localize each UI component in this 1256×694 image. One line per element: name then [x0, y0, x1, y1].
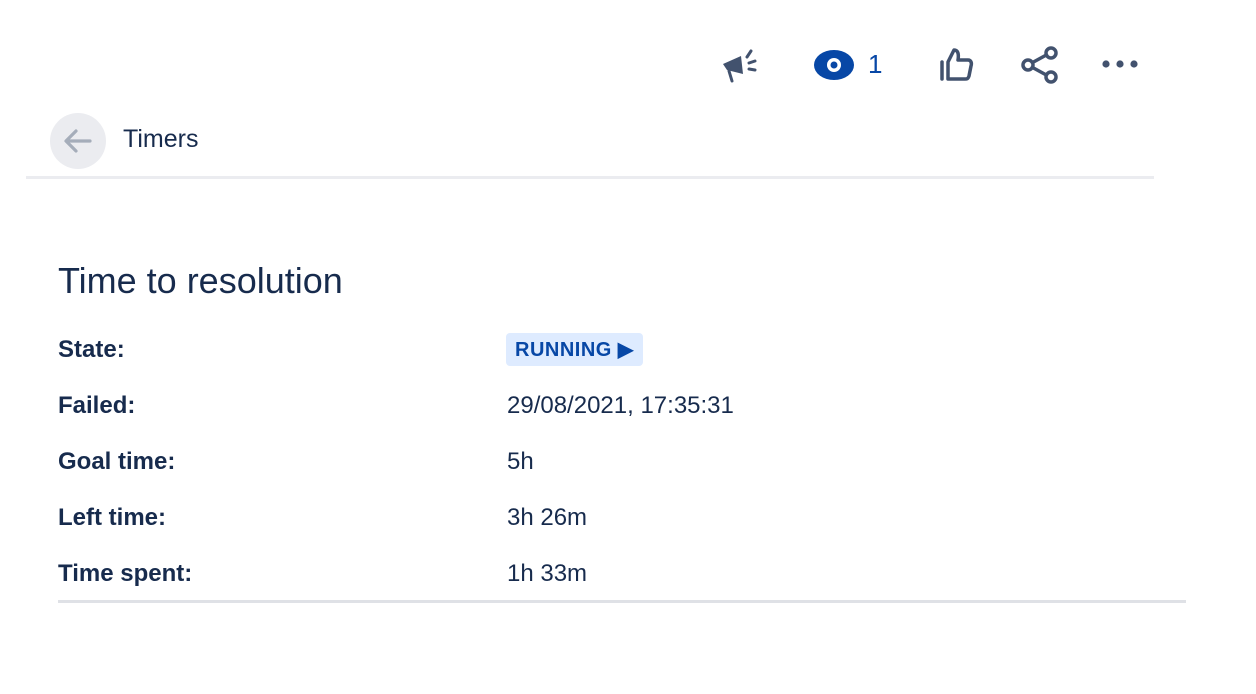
row-time-spent: Time spent: 1h 33m [58, 560, 1058, 600]
row-label: Time spent: [58, 560, 193, 587]
arrow-left-icon [64, 129, 92, 153]
row-left-time: Left time: 3h 26m [58, 504, 1058, 544]
more-icon[interactable] [1100, 54, 1140, 74]
watchers-count[interactable]: 1 [868, 49, 882, 80]
status-badge: RUNNING ▶ [506, 333, 643, 366]
section-title: Time to resolution [58, 260, 343, 301]
thumbs-up-icon[interactable] [936, 46, 976, 84]
row-label: Left time: [58, 504, 166, 531]
divider [26, 176, 1154, 179]
row-value: 3h 26m [507, 504, 588, 531]
row-label: Goal time: [58, 448, 176, 475]
row-failed: Failed: 29/08/2021, 17:35:31 [58, 392, 1058, 432]
divider [58, 600, 1186, 603]
row-value: 1h 33m [507, 560, 588, 587]
row-label: Failed: [58, 392, 136, 419]
row-label: State: [58, 336, 125, 363]
megaphone-icon[interactable] [718, 44, 764, 84]
eye-icon[interactable] [812, 48, 856, 82]
row-value: 29/08/2021, 17:35:31 [507, 392, 734, 419]
share-icon[interactable] [1020, 45, 1060, 85]
row-state: State: RUNNING ▶ [58, 333, 1058, 376]
row-value: 5h [507, 448, 534, 475]
breadcrumb[interactable]: Timers [123, 125, 198, 154]
row-goal-time: Goal time: 5h [58, 448, 1058, 488]
back-button[interactable] [50, 113, 106, 169]
